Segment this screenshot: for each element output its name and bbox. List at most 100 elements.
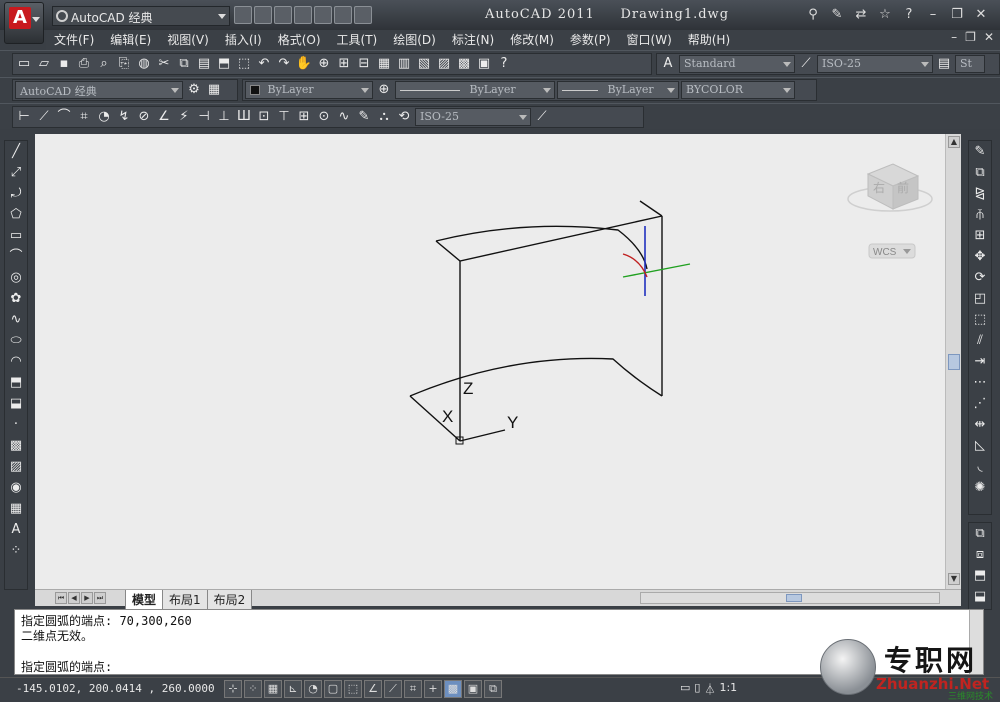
stretch-icon[interactable]: ⬚ — [971, 311, 989, 329]
markup-icon[interactable]: ▩ — [455, 55, 473, 73]
menu-dimension[interactable]: 标注(N) — [444, 30, 502, 50]
open-icon[interactable]: ▱ — [35, 55, 53, 73]
dim-style-icon[interactable]: ⟋ — [797, 55, 815, 73]
region-icon[interactable]: ◉ — [7, 479, 25, 497]
menu-help[interactable]: 帮助(H) — [680, 30, 738, 50]
dynamic-input-icon[interactable]: ⌗ — [404, 680, 422, 698]
aligned-dim-icon[interactable]: ⟋ — [35, 108, 53, 126]
radius-dim-icon[interactable]: ◔ — [95, 108, 113, 126]
multiline-text-icon[interactable]: A — [7, 521, 25, 539]
dim-text-edit-icon[interactable]: ⛬ — [375, 108, 393, 126]
print-icon[interactable] — [354, 6, 372, 24]
continue-dim-icon[interactable]: ⊥ — [215, 108, 233, 126]
save-icon[interactable]: ▪ — [55, 55, 73, 73]
add-selected-icon[interactable]: ⁘ — [7, 542, 25, 560]
color-options-icon[interactable]: ⊕ — [375, 81, 393, 99]
object-snap-tracking-icon[interactable]: ∠ — [364, 680, 382, 698]
paste-icon[interactable]: ▤ — [195, 55, 213, 73]
polygon-icon[interactable]: ⬠ — [7, 206, 25, 224]
doc-restore-button[interactable]: ❐ — [965, 30, 976, 44]
rectangle-icon[interactable]: ▭ — [7, 227, 25, 245]
doc-close-button[interactable]: ✕ — [984, 30, 994, 44]
dim-style-select-2[interactable]: ISO-25 — [415, 108, 531, 126]
object-snap-icon[interactable]: ▢ — [324, 680, 342, 698]
join-icon[interactable]: ⇹ — [971, 416, 989, 434]
vertical-scroll-thumb[interactable] — [948, 354, 960, 370]
match-properties-icon[interactable]: ⬒ — [215, 55, 233, 73]
doc-minimize-button[interactable]: – — [951, 30, 957, 44]
redo-icon[interactable]: ↷ — [275, 55, 293, 73]
plot-preview-icon[interactable]: ⌕ — [95, 55, 113, 73]
circle-icon[interactable]: ◎ — [7, 269, 25, 287]
design-center-icon[interactable]: ▥ — [395, 55, 413, 73]
send-to-back-icon[interactable]: ⧈ — [971, 546, 989, 564]
ellipse-arc-icon[interactable]: ◠ — [7, 353, 25, 371]
copy-icon[interactable]: ⧉ — [175, 55, 193, 73]
next-tab-icon[interactable]: ▶ — [81, 592, 93, 604]
lineweight-select[interactable]: ByLayer — [557, 81, 679, 99]
vertical-scrollbar[interactable]: ▲ ▼ — [945, 134, 961, 589]
tab-model[interactable]: 模型 — [125, 590, 164, 610]
arc-icon[interactable]: ⌒ — [7, 248, 25, 266]
point-icon[interactable]: · — [7, 416, 25, 434]
dim-style-select[interactable]: ISO-25 — [817, 55, 933, 73]
redo-icon[interactable] — [334, 6, 352, 24]
scroll-down-arrow-icon[interactable]: ▼ — [948, 573, 960, 585]
table-style-select[interactable]: St — [955, 55, 985, 73]
sheet-set-icon[interactable]: ▨ — [435, 55, 453, 73]
send-under-icon[interactable]: ⬓ — [971, 588, 989, 606]
polyline-icon[interactable]: ⤾ — [7, 185, 25, 203]
new-icon[interactable]: ▭ — [15, 55, 33, 73]
tab-layout2[interactable]: 布局2 — [206, 590, 253, 610]
plot-icon[interactable]: ⎙ — [75, 55, 93, 73]
horizontal-scrollbar[interactable] — [640, 592, 940, 604]
block-editor-icon[interactable]: ⬚ — [235, 55, 253, 73]
workspace-combo[interactable]: AutoCAD 经典 — [52, 6, 230, 26]
pan-icon[interactable]: ✋ — [295, 55, 313, 73]
color-select[interactable]: ByLayer — [245, 81, 373, 99]
viewcube[interactable]: 右 前 — [847, 163, 933, 212]
open-icon[interactable] — [254, 6, 272, 24]
exchange-icon[interactable]: ⇄ — [852, 6, 870, 24]
grid-display-icon[interactable]: ▦ — [264, 680, 282, 698]
restore-button[interactable]: ❐ — [948, 6, 966, 24]
copy-object-icon[interactable]: ⧉ — [971, 164, 989, 182]
menu-modify[interactable]: 修改(M) — [502, 30, 562, 50]
last-tab-icon[interactable]: ⏭ — [94, 592, 106, 604]
binoculars-icon[interactable]: ⚲ — [804, 6, 822, 24]
zoom-window-icon[interactable]: ⊞ — [335, 55, 353, 73]
tolerance-icon[interactable]: ⊤ — [275, 108, 293, 126]
annotation-scale-value[interactable]: 1:1 — [719, 681, 737, 697]
array-icon[interactable]: ⊞ — [971, 227, 989, 245]
tool-palettes-icon[interactable]: ▧ — [415, 55, 433, 73]
jogged-linear-icon[interactable]: ∿ — [335, 108, 353, 126]
polar-tracking-icon[interactable]: ◔ — [304, 680, 322, 698]
star-icon[interactable]: ☆ — [876, 6, 894, 24]
wcs-menu[interactable]: WCS — [868, 243, 916, 259]
menu-parametric[interactable]: 参数(P) — [562, 30, 619, 50]
break-icon[interactable]: ⋰ — [971, 395, 989, 413]
selection-cycling-icon[interactable]: ⧉ — [484, 680, 502, 698]
dim-edit-icon[interactable]: ✎ — [355, 108, 373, 126]
inspection-icon[interactable]: ⊙ — [315, 108, 333, 126]
dim-style-manager-icon[interactable]: ⟋ — [533, 108, 551, 126]
menu-file[interactable]: 文件(F) — [46, 30, 102, 50]
menu-window[interactable]: 窗口(W) — [619, 30, 680, 50]
plot-style-select[interactable]: BYCOLOR — [681, 81, 795, 99]
angular-dim-icon[interactable]: ∠ — [155, 108, 173, 126]
arc-length-icon[interactable]: ⌒ — [55, 108, 73, 126]
table-icon[interactable]: ▦ — [7, 500, 25, 518]
key-icon[interactable]: ✎ — [828, 6, 846, 24]
workspace-select[interactable]: AutoCAD 经典 — [15, 81, 183, 99]
make-block-icon[interactable]: ⬓ — [7, 395, 25, 413]
menu-view[interactable]: 视图(V) — [159, 30, 217, 50]
mirror-icon[interactable]: ⧎ — [971, 185, 989, 203]
table-style-icon[interactable]: ▤ — [935, 55, 953, 73]
help-icon[interactable]: ? — [900, 6, 918, 24]
undo-icon[interactable]: ↶ — [255, 55, 273, 73]
model-space-icon[interactable]: ▭ — [680, 681, 690, 697]
scale-icon[interactable]: ◰ — [971, 290, 989, 308]
spline-icon[interactable]: ∿ — [7, 311, 25, 329]
quick-properties-icon[interactable]: ▣ — [464, 680, 482, 698]
bring-above-icon[interactable]: ⬒ — [971, 567, 989, 585]
